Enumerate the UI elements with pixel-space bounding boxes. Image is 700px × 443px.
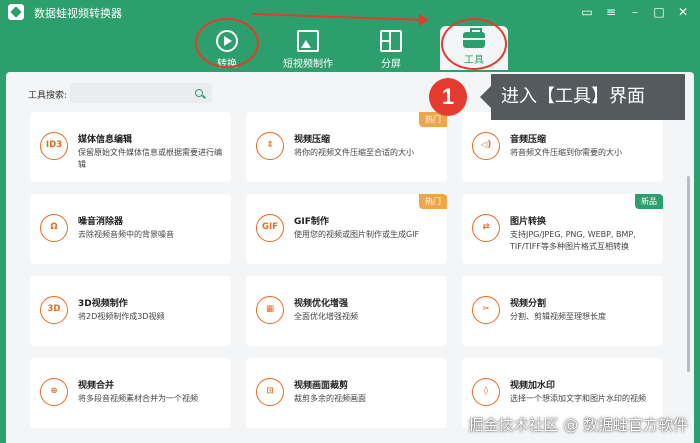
enhance-icon: ▦ bbox=[256, 296, 284, 324]
crop-icon: ⊡ bbox=[256, 378, 284, 406]
image-convert-icon: ⇄ bbox=[472, 214, 500, 242]
tool-title: 噪音消除器 bbox=[78, 217, 124, 227]
tool-desc: 裁剪多余的视频画面 bbox=[294, 394, 366, 403]
gif-icon: GIF bbox=[256, 214, 284, 242]
search-icon[interactable] bbox=[195, 89, 203, 97]
scissors-icon: ✂ bbox=[472, 296, 500, 324]
short-video-icon bbox=[297, 30, 319, 52]
tool-card-video-compress[interactable]: ⇕ 视频压缩 将你的视频文件压缩至合适的大小 热门 bbox=[246, 112, 447, 182]
tool-title: 视频合并 bbox=[78, 381, 115, 391]
tool-desc: 选择一个想添加文字和图片水印的视频 bbox=[510, 394, 646, 403]
main-tabs: 转换 短视频制作 分屏 工具 bbox=[0, 24, 700, 72]
tool-card-3d-maker[interactable]: 3D 3D视频制作 将2D视频制作成3D视频 bbox=[30, 276, 231, 346]
tab-short-video[interactable]: 短视频制作 bbox=[274, 26, 342, 70]
scrollbar[interactable] bbox=[687, 176, 690, 372]
watermark-text: 掘金技术社区 @ 数据蛙官方软件 bbox=[468, 416, 688, 434]
menu-icon[interactable]: ≡ bbox=[602, 3, 620, 21]
new-badge: 新品 bbox=[635, 194, 663, 209]
split-screen-icon bbox=[380, 30, 402, 52]
tool-title: 视频分割 bbox=[510, 299, 547, 309]
search-input[interactable] bbox=[70, 83, 212, 103]
tool-card-noise-removal[interactable]: Ω 噪音消除器 去除视频音频中的背景噪音 bbox=[30, 194, 231, 264]
compress-icon: ⇕ bbox=[256, 132, 284, 160]
tool-title: 图片转换 bbox=[510, 217, 547, 227]
tool-card-video-enhance[interactable]: ▦ 视频优化增强 全面优化增强视频 bbox=[246, 276, 447, 346]
window-controls: ▭ ≡ – □ ✕ bbox=[578, 3, 692, 21]
tool-desc: 支持JPG/JPEG, PNG, WEBP, BMP, TIF/TIFF等多种图… bbox=[510, 230, 636, 251]
tool-card-media-info[interactable]: ID3 媒体信息编辑 保留原始文件媒体信息或根据需要进行编辑 bbox=[30, 112, 231, 182]
app-logo-icon bbox=[8, 4, 24, 20]
tool-title: 媒体信息编辑 bbox=[78, 135, 133, 145]
headphones-icon: Ω bbox=[40, 214, 68, 242]
tool-card-video-merge[interactable]: ⊕ 视频合并 将多段音视频素材合并为一个视频 bbox=[30, 358, 231, 428]
tool-card-audio-compress[interactable]: ◁) 音频压缩 将音频文件压缩到你需要的大小 bbox=[462, 112, 663, 182]
tools-panel: 工具搜索: ID3 媒体信息编辑 保留原始文件媒体信息或根据需要进行编辑 ⇕ 视… bbox=[6, 72, 694, 443]
audio-compress-icon: ◁) bbox=[472, 132, 500, 160]
tool-card-video-split[interactable]: ✂ 视频分割 分割、剪辑视频至理想长度 bbox=[462, 276, 663, 346]
minimize-button[interactable]: – bbox=[626, 3, 644, 21]
search-label: 工具搜索: bbox=[28, 91, 68, 101]
tab-split-screen[interactable]: 分屏 bbox=[357, 26, 425, 70]
tool-title: 音频压缩 bbox=[510, 135, 547, 145]
tool-card-video-crop[interactable]: ⊡ 视频画面裁剪 裁剪多余的视频画面 bbox=[246, 358, 447, 428]
merge-icon: ⊕ bbox=[40, 378, 68, 406]
tool-title: 视频加水印 bbox=[510, 381, 556, 391]
step-number-badge: 1 bbox=[429, 78, 467, 116]
tool-title: 视频优化增强 bbox=[294, 299, 349, 309]
annotation-circle-tools bbox=[441, 18, 507, 70]
tab-label: 短视频制作 bbox=[283, 59, 333, 70]
tool-desc: 保留原始文件媒体信息或根据需要进行编辑 bbox=[78, 148, 222, 169]
tab-label: 分屏 bbox=[381, 59, 401, 70]
app-title: 数据蛙视频转换器 bbox=[34, 7, 122, 20]
tool-desc: 将你的视频文件压缩至合适的大小 bbox=[294, 148, 414, 157]
tool-desc: 将2D视频制作成3D视频 bbox=[78, 312, 165, 321]
tool-card-gif-maker[interactable]: GIF GIF制作 使用您的视频或图片制作或生成GIF 热门 bbox=[246, 194, 447, 264]
tool-desc: 全面优化增强视频 bbox=[294, 312, 358, 321]
tool-card-image-convert[interactable]: ⇄ 图片转换 支持JPG/JPEG, PNG, WEBP, BMP, TIF/T… bbox=[462, 194, 663, 264]
hot-badge: 热门 bbox=[419, 194, 447, 209]
step-callout: 进入【工具】界面 bbox=[480, 74, 685, 120]
3d-icon: 3D bbox=[40, 296, 68, 324]
tool-title: GIF制作 bbox=[294, 217, 329, 227]
tool-desc: 将多段音视频素材合并为一个视频 bbox=[78, 394, 198, 403]
annotation-circle-convert bbox=[195, 18, 259, 68]
tool-title: 视频压缩 bbox=[294, 135, 331, 145]
close-button[interactable]: ✕ bbox=[674, 3, 692, 21]
tool-title: 3D视频制作 bbox=[78, 299, 128, 309]
title-bar: 数据蛙视频转换器 ▭ ≡ – □ ✕ bbox=[0, 0, 700, 24]
tool-desc: 分割、剪辑视频至理想长度 bbox=[510, 312, 606, 321]
tool-desc: 将音频文件压缩到你需要的大小 bbox=[510, 148, 622, 157]
watermark-drop-icon: ◊ bbox=[472, 378, 500, 406]
tool-desc: 去除视频音频中的背景噪音 bbox=[78, 230, 174, 239]
tool-title: 视频画面裁剪 bbox=[294, 381, 349, 391]
maximize-button[interactable]: □ bbox=[650, 3, 668, 21]
tool-desc: 使用您的视频或图片制作或生成GIF bbox=[294, 230, 420, 239]
feedback-icon[interactable]: ▭ bbox=[578, 3, 596, 21]
id3-icon: ID3 bbox=[40, 132, 68, 160]
